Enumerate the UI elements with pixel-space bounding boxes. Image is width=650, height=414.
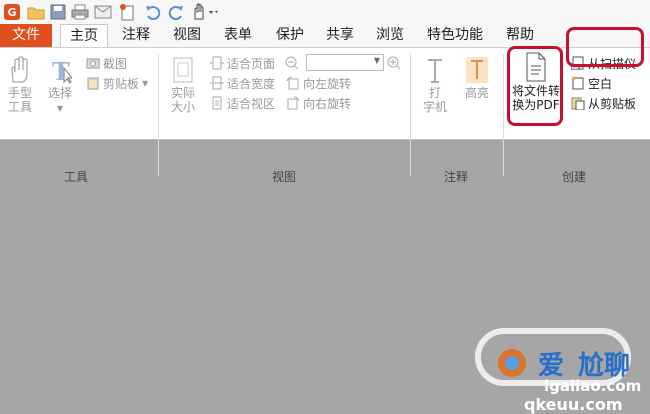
watermark: 爱 尬聊 igaliao.com qkeuu.com	[470, 325, 650, 414]
tab-special-features[interactable]: 特色功能	[420, 24, 490, 47]
select-dropdown-icon: ▼	[56, 104, 64, 113]
actual-size-button[interactable]: 实际 大小	[166, 56, 200, 114]
watermark-domain-2: qkeuu.com	[524, 395, 623, 414]
typewriter-icon	[428, 59, 442, 83]
typewriter-label-2: 字机	[422, 100, 447, 114]
app-logo-icon[interactable]: G	[2, 2, 22, 22]
open-folder-icon[interactable]	[26, 2, 46, 22]
typewriter-label-1: 打	[428, 86, 441, 100]
blank-page-button[interactable]: 空白	[571, 74, 612, 92]
tab-comment[interactable]: 注释	[114, 24, 158, 47]
view-group-label: 视图	[272, 170, 297, 184]
create-group-label: 创建	[562, 170, 587, 184]
redo-icon[interactable]	[166, 2, 186, 22]
hand-tool-dropdown-icon[interactable]	[190, 2, 220, 22]
fit-visible-label: 适合视区	[227, 96, 276, 111]
clipboard-label: 剪贴板	[103, 76, 140, 91]
rotate-right-label: 向右旋转	[303, 96, 352, 111]
select-tool-button[interactable]: T 选择 ▼	[44, 56, 76, 116]
group-divider	[158, 54, 159, 176]
zoom-dropdown-icon: ▼	[373, 56, 380, 65]
highlight-icon	[466, 57, 488, 83]
hand-icon	[11, 56, 28, 83]
save-icon[interactable]	[48, 2, 68, 22]
hand-tool-button[interactable]: 手型 工具	[4, 56, 36, 114]
rotate-right-icon	[287, 96, 300, 110]
zoom-level-select[interactable]: ▼	[306, 54, 384, 71]
fit-page-icon	[210, 56, 224, 70]
from-clipboard-label: 从剪贴板	[588, 96, 637, 111]
print-icon[interactable]	[70, 2, 90, 22]
blank-page-icon	[571, 76, 584, 90]
highlight-box-scanner	[566, 27, 644, 67]
rotate-left-label: 向左旋转	[303, 76, 352, 91]
rotate-left-icon	[286, 76, 299, 90]
svg-text:G: G	[7, 6, 16, 19]
tab-help[interactable]: 帮助	[498, 24, 542, 47]
tab-form[interactable]: 表单	[216, 24, 260, 47]
from-clipboard-button[interactable]: 从剪贴板	[571, 94, 636, 112]
typewriter-button[interactable]: 打 字机	[420, 56, 450, 114]
rotate-right-button[interactable]: 向右旋转	[286, 94, 351, 112]
tab-home[interactable]: 主页	[60, 24, 108, 48]
email-icon[interactable]	[93, 2, 113, 22]
highlight-box-convert	[507, 46, 563, 126]
screenshot-label: 截图	[103, 56, 128, 71]
actual-size-label-1: 实际	[170, 86, 195, 100]
select-tool-label: 选择	[47, 86, 72, 100]
group-divider	[410, 54, 411, 176]
group-divider	[503, 54, 504, 176]
actual-size-icon	[173, 57, 193, 83]
fit-visible-icon	[212, 96, 222, 110]
tab-file[interactable]: 文件	[0, 24, 52, 47]
fit-page-button[interactable]: 适合页面	[210, 54, 275, 72]
undo-icon[interactable]	[143, 2, 163, 22]
clipboard-button[interactable]: 剪贴板 ▼	[86, 74, 148, 92]
zoom-in-button[interactable]	[387, 54, 401, 72]
tab-share[interactable]: 共享	[318, 24, 362, 47]
zoom-out-icon	[285, 56, 299, 70]
new-document-icon[interactable]	[117, 2, 137, 22]
quick-access-toolbar: G	[0, 0, 650, 24]
clipboard-icon	[87, 77, 99, 90]
paste-icon	[571, 97, 585, 110]
zoom-in-icon	[387, 56, 401, 70]
highlight-button[interactable]: 高亮	[460, 56, 494, 100]
fit-width-button[interactable]: 适合宽度	[210, 74, 275, 92]
blank-page-label: 空白	[588, 76, 613, 91]
fit-visible-button[interactable]: 适合视区	[210, 94, 275, 112]
watermark-domain-1: igaliao.com	[544, 377, 642, 395]
select-text-icon: T	[52, 57, 72, 84]
camera-icon	[86, 58, 100, 69]
hand-tool-label-1: 手型	[7, 86, 32, 100]
tab-protect[interactable]: 保护	[268, 24, 312, 47]
comment-group-label: 注释	[444, 170, 469, 184]
fit-page-label: 适合页面	[227, 56, 276, 71]
fit-width-icon	[210, 76, 224, 90]
zoom-out-button[interactable]	[285, 54, 299, 72]
hand-tool-label-2: 工具	[7, 100, 32, 114]
screenshot-button[interactable]: 截图	[86, 54, 127, 72]
ribbon-tab-bar: 文件 主页 注释 视图 表单 保护 共享 浏览 特色功能 帮助	[0, 24, 650, 48]
fit-width-label: 适合宽度	[227, 76, 276, 91]
highlight-label: 高亮	[464, 86, 489, 100]
tab-browse[interactable]: 浏览	[368, 24, 412, 47]
clipboard-dropdown-icon: ▼	[142, 78, 149, 88]
tools-group-label: 工具	[64, 170, 89, 184]
rotate-left-button[interactable]: 向左旋转	[286, 74, 351, 92]
tab-view[interactable]: 视图	[165, 24, 209, 47]
actual-size-label-2: 大小	[170, 100, 195, 114]
